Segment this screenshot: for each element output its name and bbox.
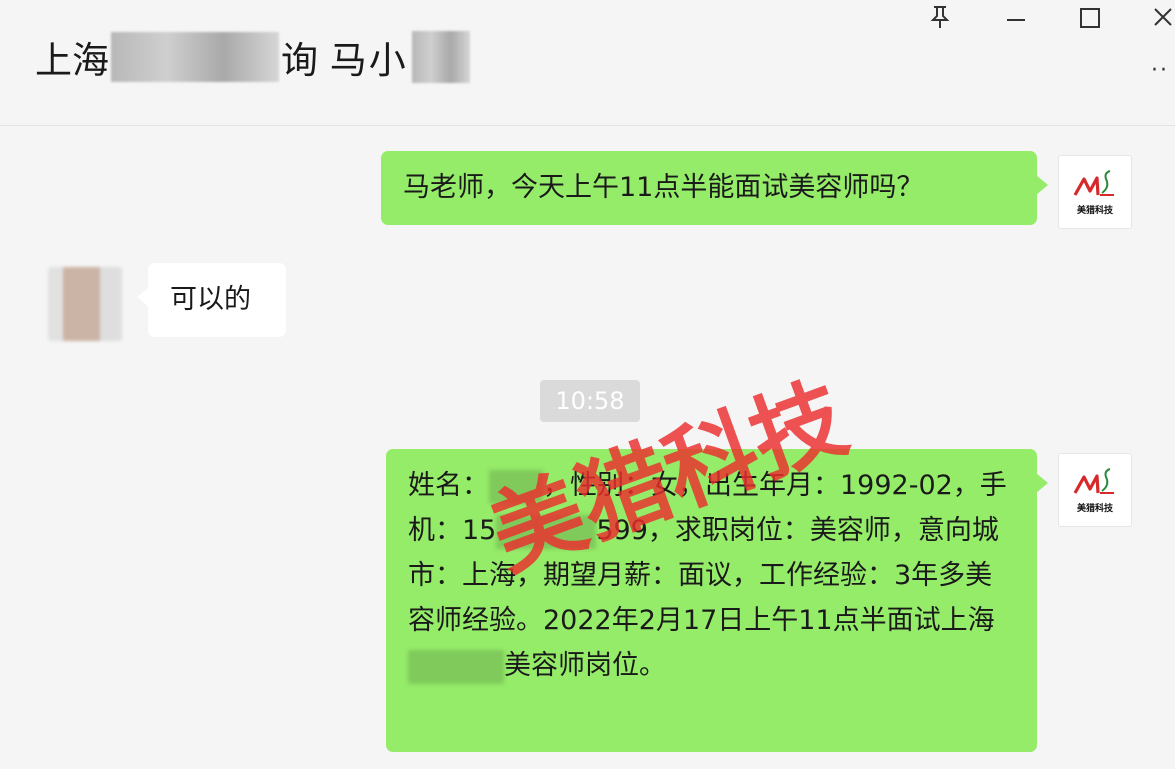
message-bubble-incoming[interactable]: 可以的	[137, 263, 286, 337]
self-avatar[interactable]: 美猎科技	[1058, 155, 1132, 229]
self-avatar[interactable]: 美猎科技	[1058, 453, 1132, 527]
logo-label: 美猎科技	[1076, 205, 1113, 216]
message-bubble-outgoing[interactable]: 马老师，今天上午11点半能面试美容师吗？	[381, 151, 1048, 225]
contact-avatar[interactable]	[48, 267, 122, 341]
message-text-part: 美容师岗位。	[504, 650, 666, 681]
minimize-icon[interactable]	[996, 0, 1036, 34]
logo-label: 美猎科技	[1076, 503, 1113, 514]
message-text: 可以的	[170, 284, 251, 315]
message-timestamp: 10:58	[540, 380, 640, 422]
redacted-phone	[496, 514, 597, 549]
logo-mark-icon	[1073, 467, 1114, 494]
more-icon[interactable]: ··	[1151, 58, 1169, 83]
title-text-1: 上海	[35, 39, 109, 82]
message-bubble-outgoing[interactable]: 姓名： ，性别：女，出生年月：1992-02，手机：15 599，求职岗位：美容师，…	[386, 449, 1048, 752]
close-icon[interactable]	[1143, 0, 1175, 34]
chat-header: 上海 询 马 小 ··	[0, 0, 1175, 126]
logo-mark-icon	[1073, 169, 1114, 196]
redacted-title-segment	[111, 32, 279, 82]
maximize-icon[interactable]	[1070, 0, 1110, 34]
title-text-2: 询 马	[281, 39, 367, 82]
pin-icon[interactable]	[920, 0, 960, 34]
redacted-title-segment-2	[411, 31, 470, 83]
redacted-name	[489, 469, 543, 504]
message-text: 马老师，今天上午11点半能面试美容师吗？	[403, 172, 924, 203]
message-text-part: 姓名：	[408, 470, 489, 501]
redacted-company	[408, 649, 504, 684]
title-text-3: 小	[368, 39, 406, 82]
chat-title: 上海 询 马 小	[35, 30, 470, 84]
